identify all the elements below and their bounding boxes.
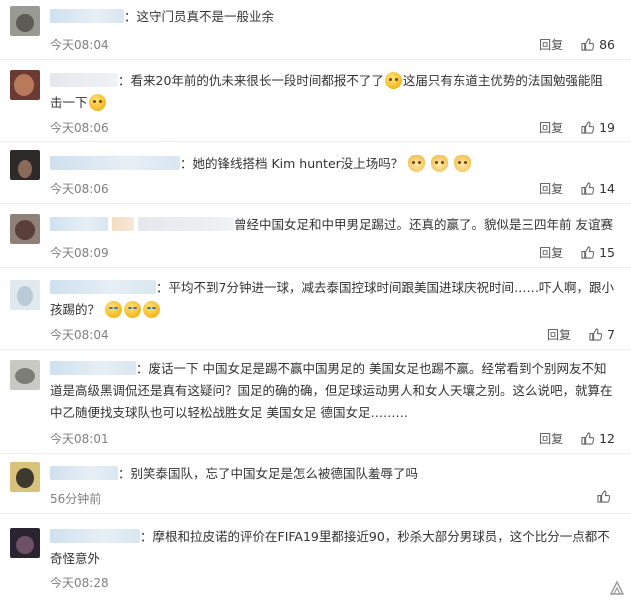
avatar[interactable] xyxy=(10,528,40,558)
smile-emoji-icon xyxy=(88,94,106,111)
reply-button[interactable]: 回复 xyxy=(539,244,563,261)
comment-text: ：这守门员真不是一般业余 xyxy=(124,9,275,24)
username[interactable] xyxy=(50,73,118,87)
laugh-cry-emoji-icon xyxy=(124,301,141,318)
thumbs-up-icon xyxy=(581,246,595,259)
like-button[interactable]: 14 xyxy=(581,181,615,196)
comment-time: 今天08:01 xyxy=(50,432,109,446)
avatar[interactable] xyxy=(10,70,40,100)
like-button[interactable]: 12 xyxy=(581,431,615,446)
thumbs-up-icon xyxy=(581,182,595,195)
reply-button[interactable]: 回复 xyxy=(539,36,563,53)
comment-time: 今天08:28 xyxy=(50,576,109,590)
like-button[interactable]: 19 xyxy=(581,120,615,135)
laugh-cry-emoji-icon xyxy=(105,301,122,318)
like-count: 12 xyxy=(599,431,615,446)
thumbs-up-icon xyxy=(581,432,595,445)
thumbs-up-icon xyxy=(589,328,603,341)
comment-item: ：摩根和拉皮诺的评价在FIFA19里都接近90，秒杀大部分男球员，这个比分一点都… xyxy=(0,514,631,602)
thumbs-up-icon xyxy=(581,38,595,51)
comment-time: 今天08:06 xyxy=(50,121,109,135)
avatar[interactable] xyxy=(10,214,40,244)
comment-time: 今天08:04 xyxy=(50,38,109,52)
reply-button[interactable]: 回复 xyxy=(539,180,563,197)
comment-text: ：别笑泰国队，忘了中国女足是怎么被德国队羞辱了吗 xyxy=(118,466,419,481)
comment-item: 曾经中国女足和中甲男足踢过。还真的赢了。貌似是三四年前 友谊赛 今天08:09 … xyxy=(0,204,631,268)
avatar[interactable] xyxy=(10,150,40,180)
avatar[interactable] xyxy=(10,280,40,310)
like-button[interactable]: 15 xyxy=(581,245,615,260)
like-count: 14 xyxy=(599,181,615,196)
smile-emoji-icon xyxy=(384,72,402,89)
like-button[interactable]: 86 xyxy=(581,37,615,52)
avatar[interactable] xyxy=(10,6,40,36)
thumbs-up-icon xyxy=(581,121,595,134)
username[interactable] xyxy=(50,156,180,170)
comment-item: ：平均不到7分钟进一球，减去泰国控球时间跟美国进球庆祝时间……吓人啊，跟小孩踢的… xyxy=(0,268,631,350)
like-button[interactable]: 7 xyxy=(589,327,615,342)
like-count: 7 xyxy=(607,327,615,342)
like-count: 15 xyxy=(599,245,615,260)
comment-time: 56分钟前 xyxy=(50,492,102,506)
comment-item: ：别笑泰国队，忘了中国女足是怎么被德国队羞辱了吗 56分钟前 xyxy=(0,454,631,514)
cat-emoji-icon xyxy=(454,155,472,172)
comment-item: ：废话一下 中国女足是踢不赢中国男足的 美国女足也踢不赢。经常看到个别网友不知道… xyxy=(0,350,631,454)
comment-text: 曾经中国女足和中甲男足踢过。还真的赢了。貌似是三四年前 友谊赛 xyxy=(233,217,613,232)
username[interactable] xyxy=(50,9,124,23)
username-part[interactable] xyxy=(111,217,134,231)
comment-item: ：看来20年前的仇未来很长一段时间都报不了了 这届只有东道主优势的法国勉强能阻击一… xyxy=(0,60,631,142)
laugh-cry-emoji-icon xyxy=(143,301,160,318)
username[interactable] xyxy=(50,280,156,294)
comment-time: 今天08:06 xyxy=(50,182,109,196)
username[interactable] xyxy=(50,529,140,543)
username[interactable] xyxy=(50,466,118,480)
comment-time: 今天08:09 xyxy=(50,246,109,260)
reply-button[interactable]: 回复 xyxy=(539,119,563,136)
like-count: 19 xyxy=(599,120,615,135)
logo-mark xyxy=(609,580,625,595)
username-part[interactable] xyxy=(137,217,234,231)
cat-emoji-icon xyxy=(408,155,426,172)
comment-time: 今天08:04 xyxy=(50,328,109,342)
username[interactable] xyxy=(50,217,108,231)
cat-emoji-icon xyxy=(431,155,449,172)
like-button[interactable] xyxy=(597,490,615,503)
thumbs-up-icon xyxy=(597,490,610,503)
reply-button[interactable]: 回复 xyxy=(547,326,571,343)
comment-item: ：这守门员真不是一般业余 今天08:04 回复 86 xyxy=(0,0,631,60)
comment-text: ：看来20年前的仇未来很长一段时间都报不了了 xyxy=(118,73,384,88)
avatar[interactable] xyxy=(10,462,40,492)
comment-text: ：她的锋线搭档 Kim hunter没上场吗？ xyxy=(180,156,404,171)
username[interactable] xyxy=(50,361,136,375)
like-count: 86 xyxy=(599,37,615,52)
avatar[interactable] xyxy=(10,360,40,390)
comment-item: ：她的锋线搭档 Kim hunter没上场吗？ 今天08:06 回复 14 xyxy=(0,142,631,204)
reply-button[interactable]: 回复 xyxy=(539,430,563,447)
